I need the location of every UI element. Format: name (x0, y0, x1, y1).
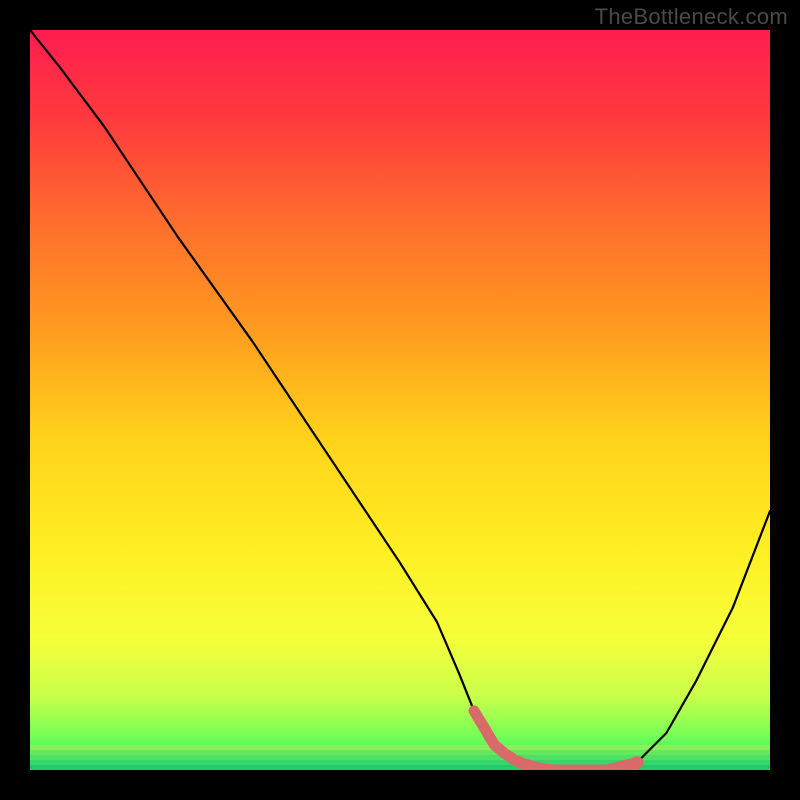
watermark-text: TheBottleneck.com (595, 4, 788, 30)
background-rect (30, 30, 770, 770)
bottom-stripes (30, 745, 770, 770)
plot-area (30, 30, 770, 770)
bottom-stripe (30, 755, 770, 760)
chart-svg (30, 30, 770, 770)
bottom-stripe (30, 745, 770, 750)
bottom-stripe (30, 760, 770, 765)
highlight-end-dot (630, 756, 643, 769)
bottom-stripe (30, 765, 770, 770)
bottom-stripe (30, 750, 770, 755)
chart-frame: TheBottleneck.com (0, 0, 800, 800)
